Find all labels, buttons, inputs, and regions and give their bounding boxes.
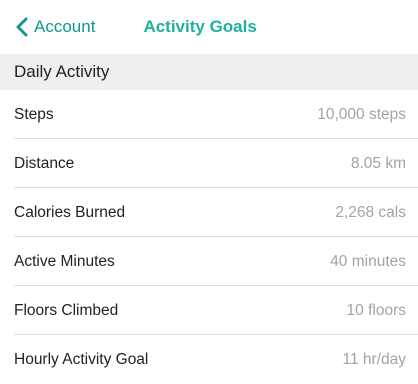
goal-label: Calories Burned — [14, 203, 126, 221]
back-button[interactable]: Account — [0, 0, 95, 54]
goal-value: 11 hr/day — [342, 350, 406, 368]
goal-label: Steps — [14, 105, 54, 123]
goal-value: 10 floors — [346, 301, 406, 319]
goal-label: Floors Climbed — [14, 301, 119, 319]
goal-value: 2,268 cals — [335, 203, 406, 221]
page-title: Activity Goals — [143, 17, 257, 36]
goal-label: Hourly Activity Goal — [14, 350, 149, 368]
goal-row-calories-burned[interactable]: Calories Burned 2,268 cals — [0, 188, 418, 237]
goal-value: 40 minutes — [330, 252, 406, 270]
goal-row-floors-climbed[interactable]: Floors Climbed 10 floors — [0, 286, 418, 335]
goal-row-steps[interactable]: Steps 10,000 steps — [0, 90, 418, 139]
goal-row-hourly-activity-goal[interactable]: Hourly Activity Goal 11 hr/day — [0, 335, 418, 384]
navigation-bar: Account Activity Goals — [0, 0, 418, 54]
goal-row-active-minutes[interactable]: Active Minutes 40 minutes — [0, 237, 418, 286]
section-header-daily-activity: Daily Activity — [0, 54, 418, 90]
goal-label: Distance — [14, 154, 75, 172]
back-button-label: Account — [34, 17, 96, 36]
goal-value: 8.05 km — [350, 154, 406, 172]
goals-list: Steps 10,000 steps Distance 8.05 km Calo… — [0, 90, 418, 384]
goal-value: 10,000 steps — [317, 105, 406, 123]
goal-label: Active Minutes — [14, 252, 115, 270]
chevron-left-icon — [14, 17, 30, 37]
goal-row-distance[interactable]: Distance 8.05 km — [0, 139, 418, 188]
